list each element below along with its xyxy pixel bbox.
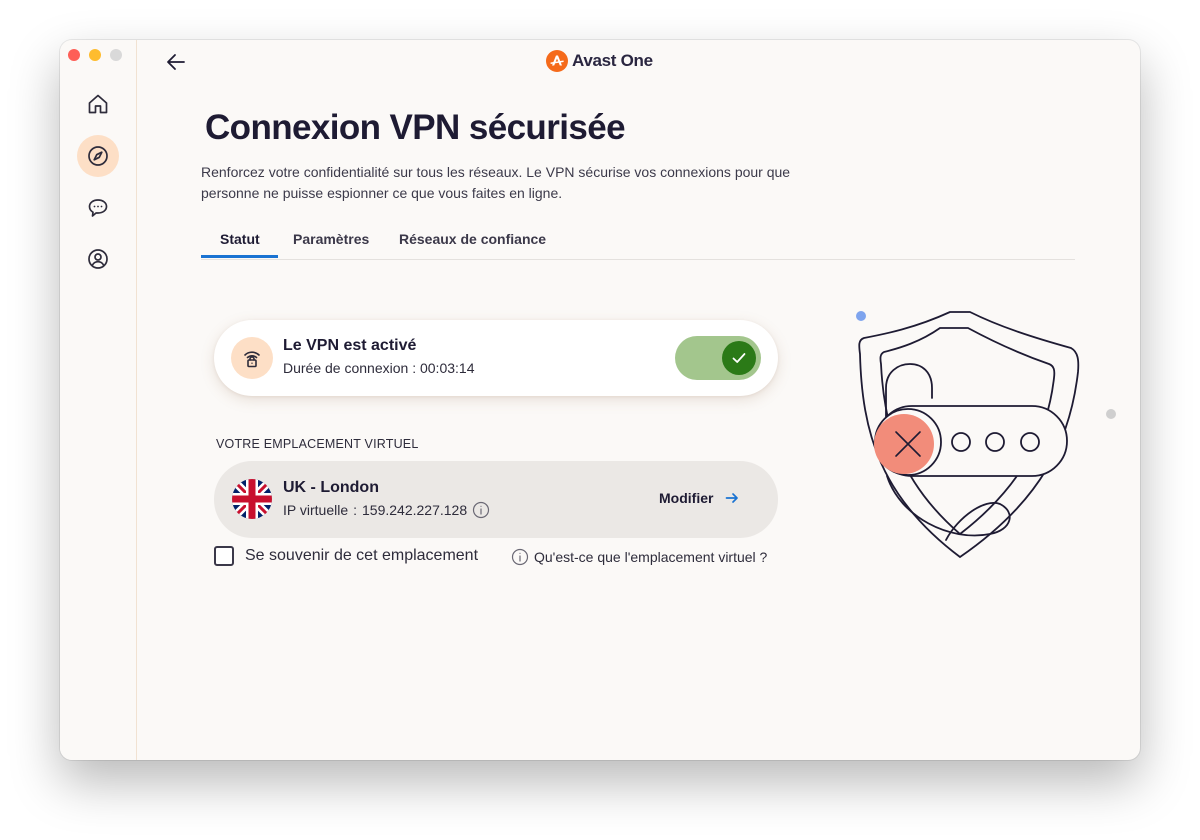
tab-parametres[interactable]: Paramètres: [293, 231, 369, 247]
vpn-toggle[interactable]: [675, 336, 761, 380]
app-window: Avast One Connexion VPN sécurisée Renfor…: [60, 40, 1140, 760]
remember-location-label[interactable]: Se souvenir de cet emplacement: [245, 547, 478, 565]
virtual-location-card[interactable]: UK - London IP virtuelle:159.242.227.128…: [214, 461, 778, 538]
page-description: Renforcez votre confidentialité sur tous…: [201, 164, 791, 201]
shield-lock-illustration: [856, 311, 1116, 559]
tab-statut[interactable]: Statut: [220, 231, 260, 247]
virtual-ip-value: 159.242.227.128: [362, 502, 468, 518]
brand-logo: Avast One: [546, 50, 653, 72]
window-close-button[interactable]: [68, 49, 80, 61]
check-icon: [732, 353, 746, 363]
uk-flag-icon: [232, 479, 272, 519]
window-zoom-button[interactable]: [110, 49, 122, 61]
window-minimize-button[interactable]: [89, 49, 101, 61]
sidebar-item-home[interactable]: [77, 83, 119, 125]
avast-logo-icon: [546, 50, 568, 72]
remember-location-checkbox[interactable]: [214, 546, 234, 566]
tab-reseaux-de-confiance[interactable]: Réseaux de confiance: [399, 231, 546, 247]
virtual-location-label: VOTRE EMPLACEMENT VIRTUEL: [216, 437, 419, 451]
remember-location[interactable]: Se souvenir de cet emplacement: [214, 546, 478, 566]
virtual-ip-label: IP virtuelle: [283, 502, 349, 518]
sidebar-item-explore[interactable]: [77, 135, 119, 177]
sidebar: [60, 40, 137, 760]
virtual-ip: IP virtuelle:159.242.227.128: [283, 501, 490, 519]
vpn-duration-label: Durée de connexion: [283, 360, 409, 376]
home-icon: [88, 94, 108, 114]
info-icon[interactable]: [472, 501, 490, 519]
help-link-label: Qu'est-ce que l'emplacement virtuel ?: [534, 549, 768, 565]
brand-name: Avast One: [572, 51, 653, 70]
vpn-status-card: Le VPN est activé Durée de connexion : 0…: [214, 320, 778, 396]
location-name: UK - London: [283, 479, 379, 496]
sidebar-item-account[interactable]: [77, 238, 119, 280]
chat-icon: [88, 199, 108, 217]
vpn-duration: Durée de connexion : 00:03:14: [283, 360, 475, 376]
modify-location-button[interactable]: Modifier: [659, 490, 739, 506]
user-icon: [88, 249, 108, 269]
virtual-location-help-link[interactable]: Qu'est-ce que l'emplacement virtuel ?: [511, 548, 767, 566]
vpn-duration-value: 00:03:14: [419, 360, 475, 376]
info-icon: [511, 548, 529, 566]
vpn-status-text: Le VPN est activé: [283, 337, 417, 354]
arrow-right-icon: [726, 493, 739, 503]
tab-bar: Statut Paramètres Réseaux de confiance: [201, 228, 1075, 260]
page-title: Connexion VPN sécurisée: [205, 108, 626, 147]
vpn-lock-icon: [231, 337, 273, 379]
arrow-left-icon[interactable]: [164, 50, 188, 74]
modify-label: Modifier: [659, 490, 714, 506]
toggle-knob: [722, 341, 756, 375]
active-tab-indicator: [201, 255, 278, 258]
compass-icon: [88, 146, 108, 166]
sidebar-item-messages[interactable]: [77, 187, 119, 229]
